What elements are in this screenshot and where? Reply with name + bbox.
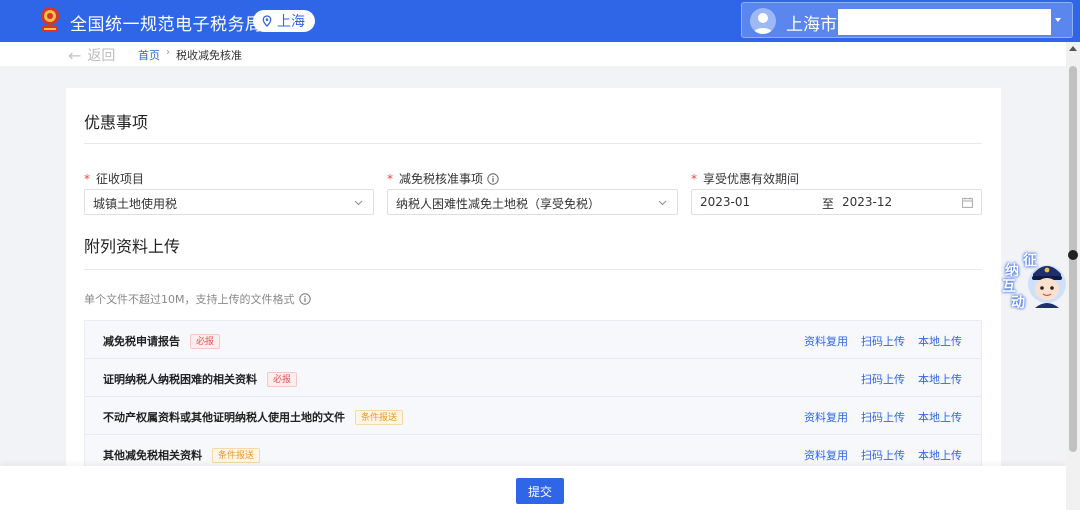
widget-char: 征 xyxy=(1023,253,1037,269)
local-upload-link[interactable]: 本地上传 xyxy=(918,333,962,349)
period-start[interactable]: 2023-01 xyxy=(700,195,750,209)
app-title: 全国统一规范电子税务局 xyxy=(70,15,263,35)
back-label: 返回 xyxy=(87,48,116,64)
attachment-name: 减免税申请报告 必报 xyxy=(103,333,221,349)
valid-period-range-picker[interactable]: 2023-01 至 2023-12 xyxy=(691,189,982,215)
field-label-valid-period: * 享受优惠有效期间 xyxy=(691,171,800,187)
caret-down-icon xyxy=(1055,18,1061,22)
footer-bar: 提交 xyxy=(0,466,1066,510)
region-label: 上海 xyxy=(277,14,305,30)
attachment-name: 证明纳税人纳税困难的相关资料 必报 xyxy=(103,371,298,387)
required-tag: 必报 xyxy=(190,333,221,349)
reuse-material-link[interactable]: 资料复用 xyxy=(804,333,848,349)
divider xyxy=(84,143,982,144)
submit-button[interactable]: 提交 xyxy=(516,478,564,504)
scan-upload-link[interactable]: 扫码上传 xyxy=(861,447,905,463)
info-icon[interactable] xyxy=(298,293,311,305)
scroll-handle-dot xyxy=(1068,250,1078,260)
user-name-redacted xyxy=(838,9,1051,35)
period-to: 至 xyxy=(822,197,835,211)
local-upload-link[interactable]: 本地上传 xyxy=(918,371,962,387)
section-title-preferential: 优惠事项 xyxy=(84,113,149,132)
conditional-tag: 条件报送 xyxy=(355,409,404,425)
attachment-name: 不动产权属资料或其他证明纳税人使用土地的文件 条件报送 xyxy=(103,409,404,425)
table-row: 减免税申请报告 必报 资料复用 扫码上传 本地上传 xyxy=(85,321,981,359)
required-tag: 必报 xyxy=(267,371,298,387)
scan-upload-link[interactable]: 扫码上传 xyxy=(861,371,905,387)
main-card: 优惠事项 * 征收项目 城镇土地使用税 * 减免税核准事项 纳税人困难性减免土地… xyxy=(66,88,1001,473)
local-upload-link[interactable]: 本地上传 xyxy=(918,447,962,463)
reuse-material-link[interactable]: 资料复用 xyxy=(804,409,848,425)
reduction-item-select[interactable]: 纳税人困难性减免土地税（享受免税） xyxy=(387,189,678,215)
levy-item-select[interactable]: 城镇土地使用税 xyxy=(84,189,374,215)
local-upload-link[interactable]: 本地上传 xyxy=(918,409,962,425)
table-row: 不动产权属资料或其他证明纳税人使用土地的文件 条件报送 资料复用 扫码上传 本地… xyxy=(85,397,981,435)
top-bar: 全国统一规范电子税务局 上海 上海市 xyxy=(0,0,1080,42)
back-button[interactable]: ← 返回 xyxy=(68,45,115,65)
conditional-tag: 条件报送 xyxy=(212,447,261,463)
tax-emblem-icon xyxy=(41,7,59,32)
breadcrumb-current: 税收减免核准 xyxy=(176,49,242,62)
calendar-icon xyxy=(962,197,973,208)
section-title-attachments: 附列资料上传 xyxy=(84,237,181,256)
table-row: 证明纳税人纳税困难的相关资料 必报 扫码上传 本地上传 xyxy=(85,359,981,397)
field-label-levy-item: * 征收项目 xyxy=(84,171,145,187)
breadcrumb-bar: ← 返回 首页 › 税收减免核准 xyxy=(0,42,1066,66)
upload-hint: 单个文件不超过10M，支持上传的文件格式 xyxy=(84,291,311,307)
widget-char: 动 xyxy=(1011,295,1025,311)
reuse-material-link[interactable]: 资料复用 xyxy=(804,447,848,463)
breadcrumb-home[interactable]: 首页 xyxy=(138,47,160,63)
scan-upload-link[interactable]: 扫码上传 xyxy=(861,409,905,425)
breadcrumb-separator: › xyxy=(166,47,170,58)
divider xyxy=(84,269,982,270)
taxpayer-interaction-widget[interactable]: 征 纳 互 动 xyxy=(999,250,1069,312)
user-account-dropdown[interactable]: 上海市 xyxy=(741,2,1073,38)
chevron-down-icon xyxy=(658,200,667,206)
user-city: 上海市 xyxy=(786,15,837,35)
user-avatar-icon xyxy=(750,8,776,34)
region-selector[interactable]: 上海 xyxy=(253,10,315,32)
attachment-table: 减免税申请报告 必报 资料复用 扫码上传 本地上传 证明纳税人纳税困难的相关资料… xyxy=(84,320,982,473)
period-end[interactable]: 2023-12 xyxy=(842,195,892,209)
chevron-down-icon xyxy=(354,200,363,206)
scan-upload-link[interactable]: 扫码上传 xyxy=(861,333,905,349)
arrow-left-icon: ← xyxy=(68,45,82,65)
info-icon[interactable] xyxy=(487,172,499,185)
field-label-reduction-item: * 减免税核准事项 xyxy=(387,170,499,187)
attachment-name: 其他减免税相关资料 条件报送 xyxy=(103,447,261,463)
location-pin-icon xyxy=(262,15,272,27)
scroll-up-arrow-icon[interactable] xyxy=(1069,46,1077,51)
